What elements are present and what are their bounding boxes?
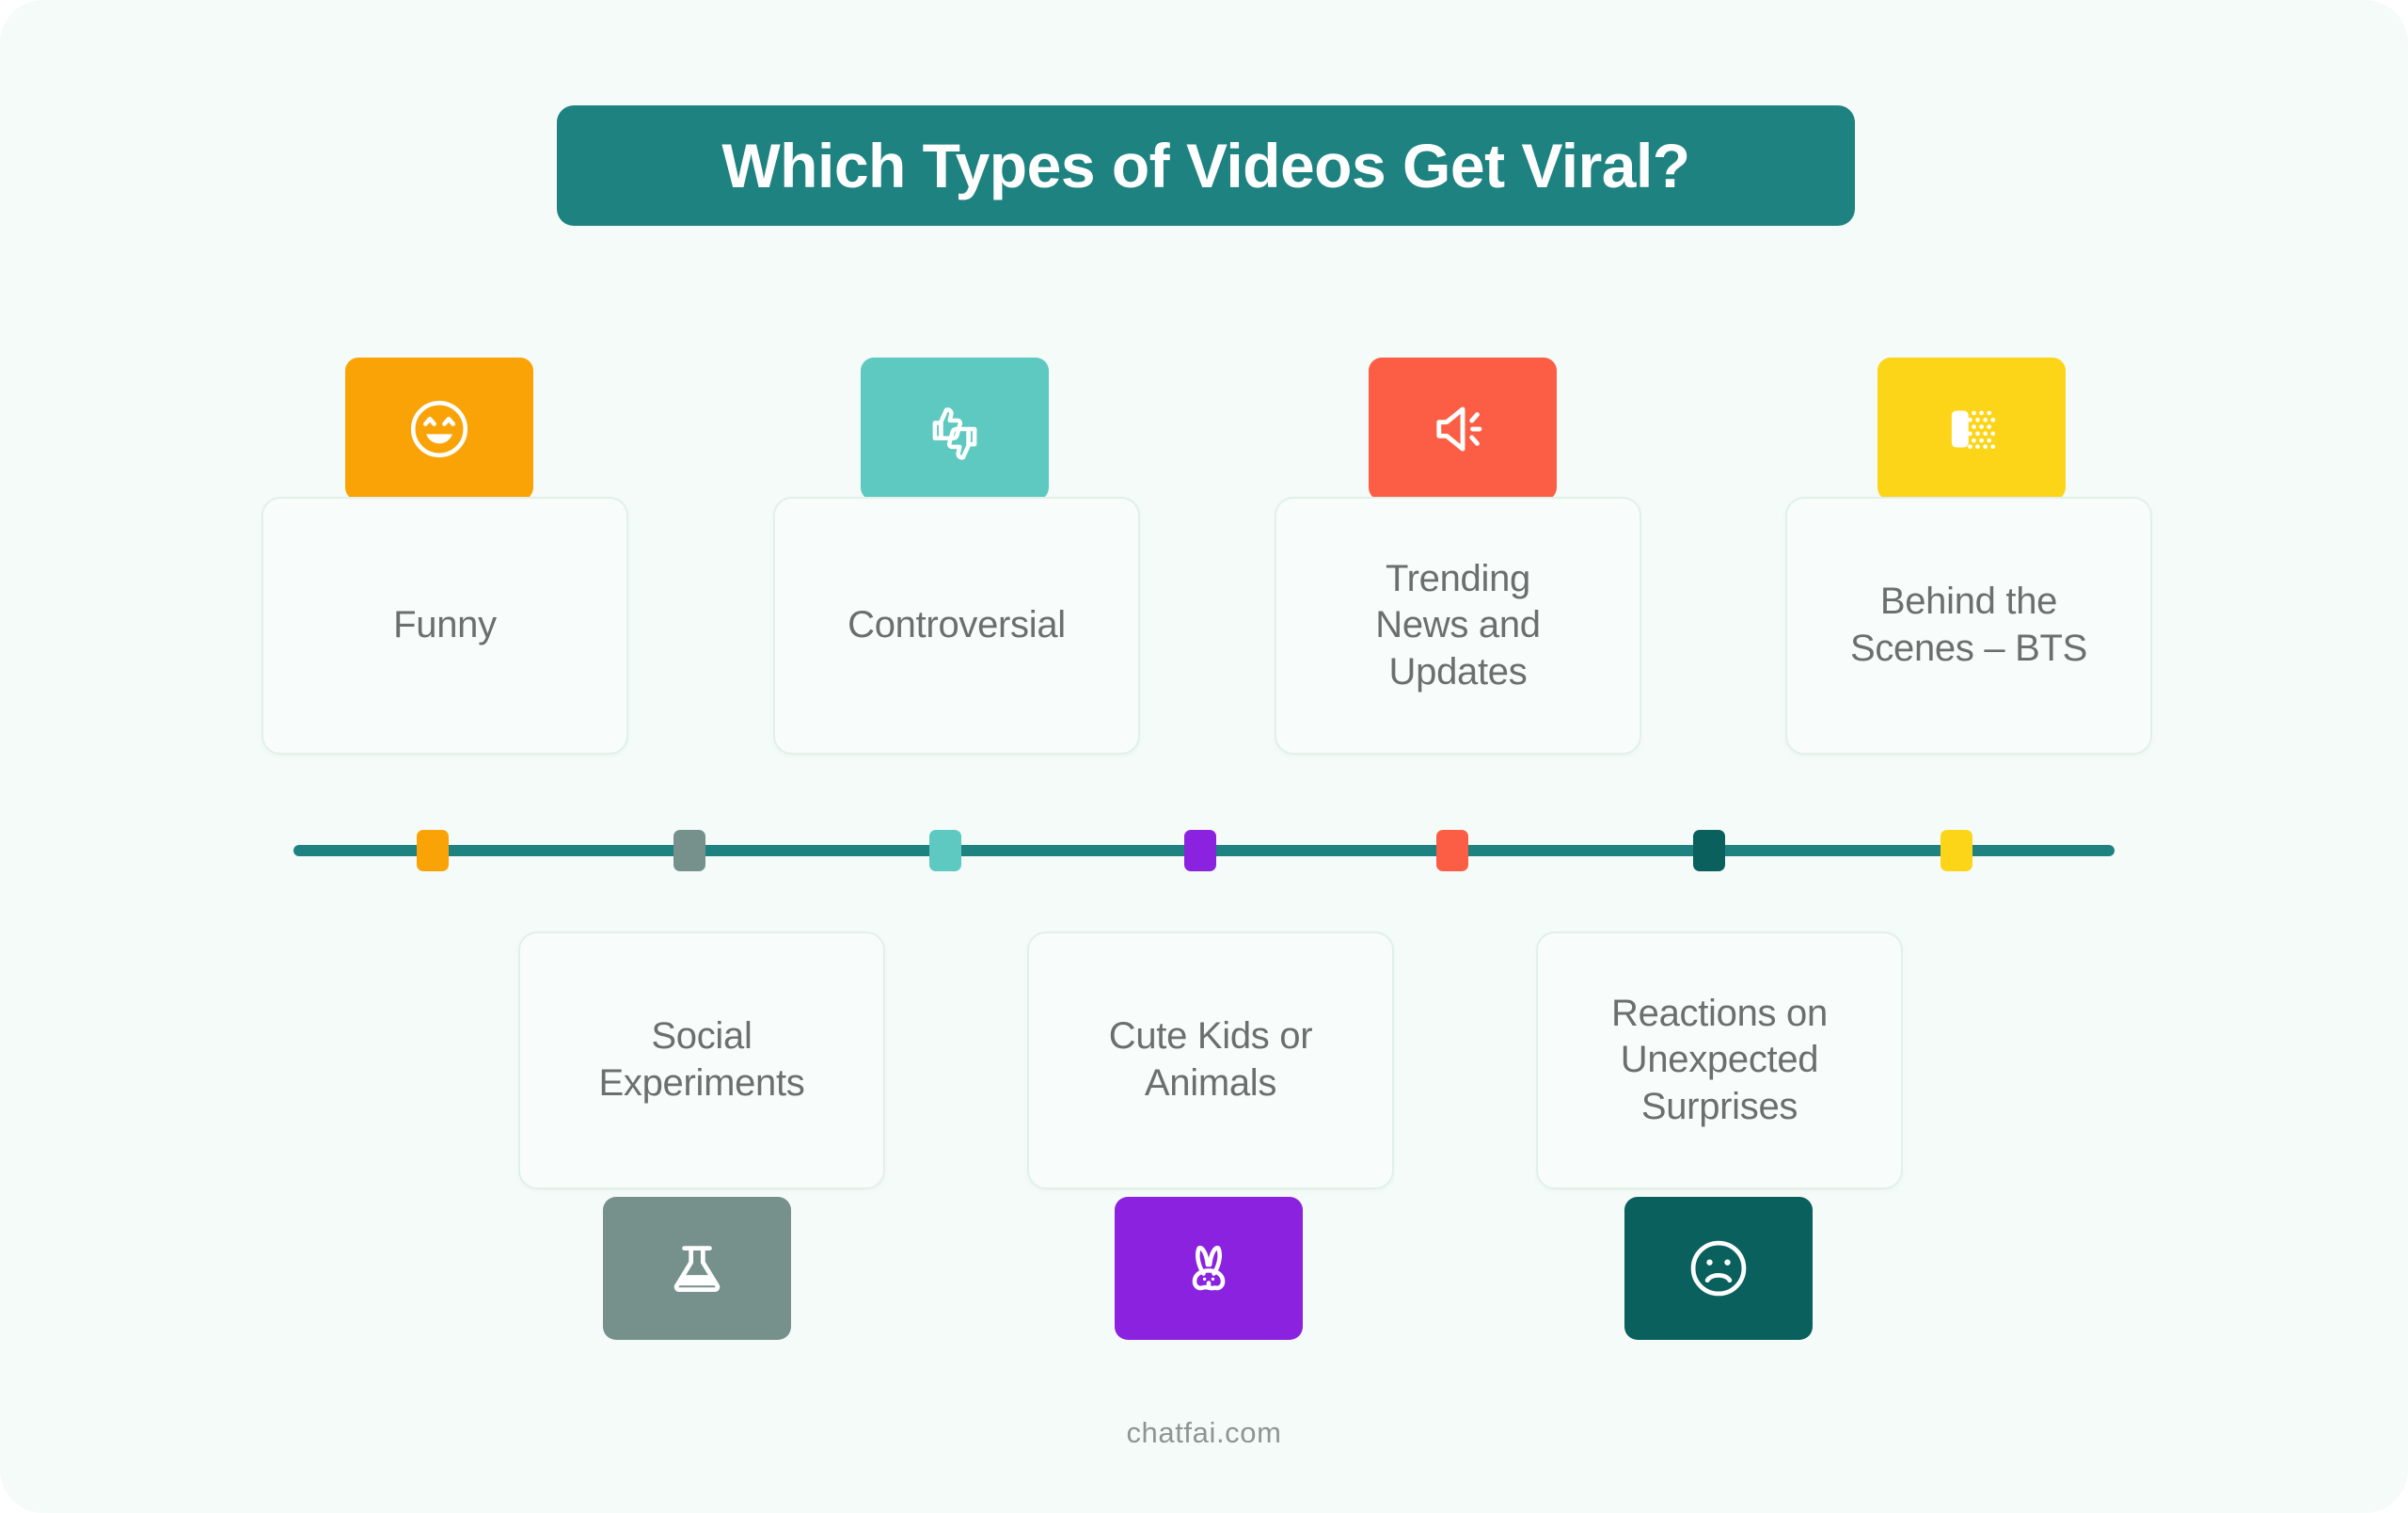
infographic-canvas: Which Types of Videos Get Viral? Funny C…: [0, 0, 2408, 1513]
thumbs-up-down-icon: [918, 392, 991, 466]
megaphone-icon: [1426, 392, 1499, 466]
icon-tile-trending-news: [1369, 358, 1557, 501]
halftone-panel-icon: [1935, 392, 2008, 466]
card-label: Reactions on Unexpected Surprises: [1611, 992, 1828, 1127]
rabbit-icon: [1173, 1233, 1244, 1304]
icon-tile-controversial: [861, 358, 1049, 501]
icon-tile-social-experiments: [603, 1197, 791, 1340]
card-social-experiments: Social Experiments: [518, 932, 885, 1189]
timeline-marker: [929, 830, 961, 871]
card-label: Social Experiments: [598, 1015, 805, 1104]
card-cute-kids-or-animals: Cute Kids or Animals: [1027, 932, 1394, 1189]
timeline-marker: [673, 830, 705, 871]
card-funny: Funny: [261, 497, 628, 755]
card-reactions-unexpected-surprises: Reactions on Unexpected Surprises: [1536, 932, 1903, 1189]
card-label: Trending News and Updates: [1375, 557, 1541, 693]
smiling-face-icon: [404, 394, 474, 464]
card-behind-the-scenes: Behind the Scenes – BTS: [1785, 497, 2152, 755]
timeline-marker: [417, 830, 449, 871]
icon-tile-reactions-surprises: [1624, 1197, 1813, 1340]
timeline-marker: [1693, 830, 1725, 871]
timeline-marker: [1436, 830, 1468, 871]
card-label: Cute Kids or Animals: [1108, 1015, 1313, 1104]
timeline-marker: [1184, 830, 1216, 871]
card-label: Controversial: [848, 604, 1066, 646]
icon-tile-funny: [345, 358, 533, 501]
card-label: Funny: [393, 604, 497, 646]
card-trending-news: Trending News and Updates: [1275, 497, 1641, 755]
title-banner: Which Types of Videos Get Viral?: [557, 105, 1855, 226]
page-title: Which Types of Videos Get Viral?: [721, 131, 1690, 200]
flask-icon: [661, 1233, 733, 1304]
timeline-marker: [1941, 830, 1972, 871]
card-controversial: Controversial: [773, 497, 1140, 755]
card-label: Behind the Scenes – BTS: [1849, 581, 2088, 669]
icon-tile-behind-the-scenes: [1877, 358, 2066, 501]
sad-face-icon: [1683, 1233, 1754, 1304]
footer-watermark: chatfai.com: [1126, 1416, 1282, 1449]
icon-tile-cute-kids-animals: [1115, 1197, 1303, 1340]
